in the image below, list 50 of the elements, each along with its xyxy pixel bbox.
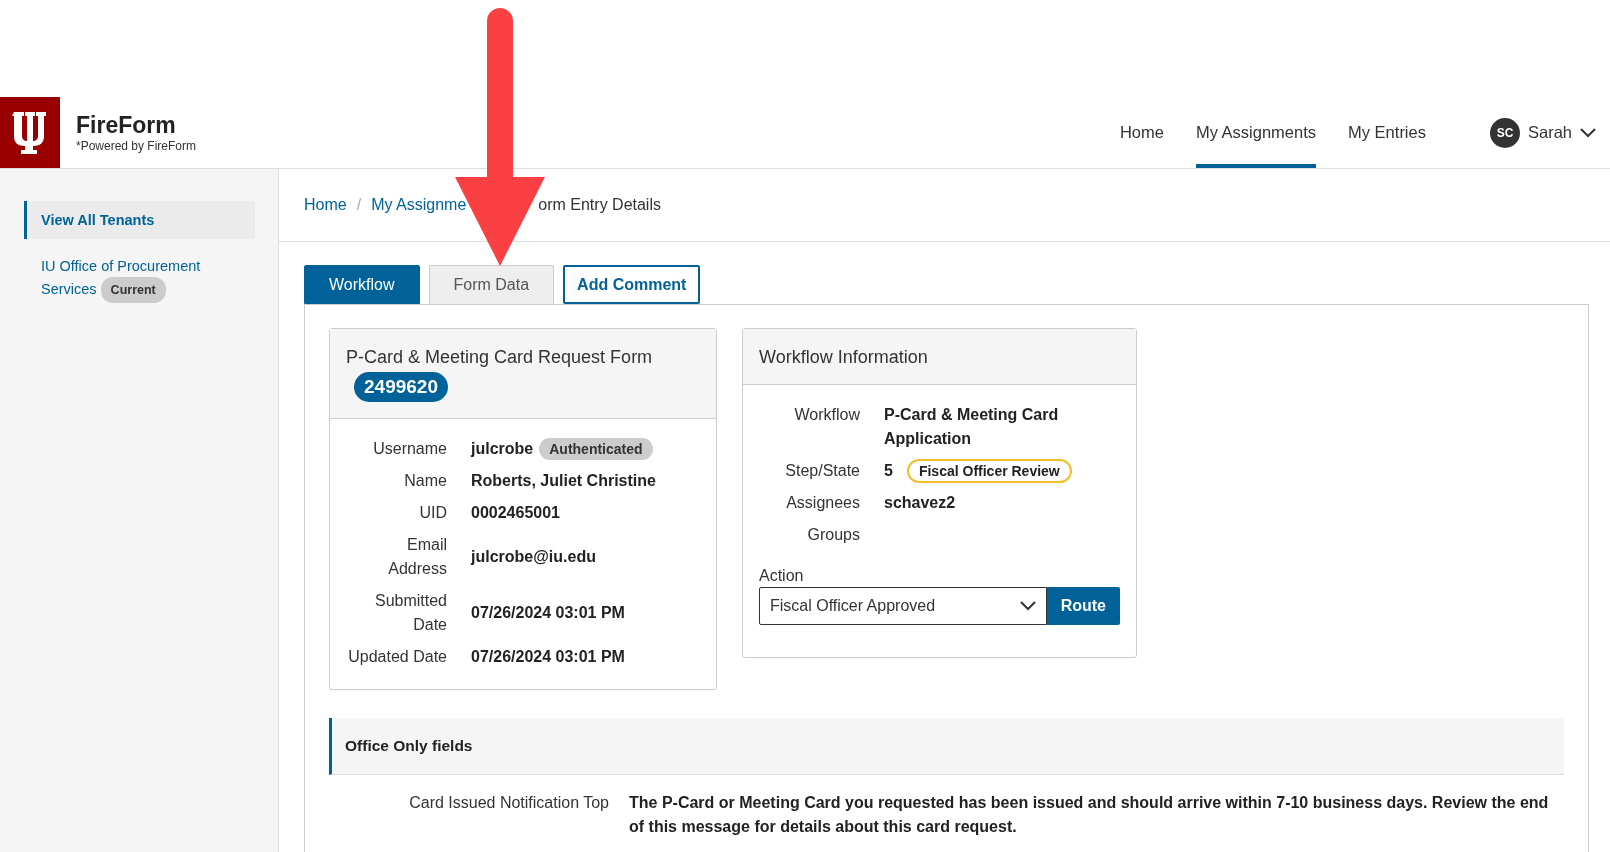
- field-label: Card Issued Notification Top: [408, 793, 609, 813]
- field-value: The P-Card or Meeting Card you requested has been issued and should arrive within 7-10 business days. Review the end of this message for details about this card request.: [629, 793, 1550, 837]
- app-name: FireForm: [76, 112, 177, 139]
- card-title: Workflow Information: [759, 347, 929, 368]
- field-value: 07/26/2024 03:01 PM: [471, 647, 625, 667]
- nav-link[interactable]: My Assignments: [1195, 97, 1317, 168]
- action-label: Action: [759, 567, 805, 585]
- field-label: Submitted Date: [373, 591, 447, 635]
- chevron-down-icon: [1019, 601, 1036, 611]
- field-value: julcrobe@iu.edu: [471, 547, 596, 567]
- entry-number: 2499620: [354, 372, 448, 402]
- current-badge: Current: [100, 277, 166, 303]
- breadcrumb-link[interactable]: Home: [304, 196, 347, 214]
- field-label: UID: [418, 503, 447, 523]
- field-label: Assignees: [785, 493, 860, 513]
- field-label: Name: [403, 471, 447, 491]
- chevron-down-icon[interactable]: [1580, 127, 1596, 138]
- card-title: P-Card & Meeting Card Request Form: [346, 347, 654, 368]
- status-badge: Authenticated: [539, 438, 653, 460]
- breadcrumb-separator: /: [356, 196, 362, 214]
- tab[interactable]: Form Data: [428, 265, 555, 304]
- state-badge: Fiscal Officer Review: [906, 459, 1072, 483]
- action-select[interactable]: Fiscal Officer Approved: [759, 587, 1047, 625]
- field-value: Roberts, Juliet Christine: [471, 471, 656, 491]
- field-label: Updated Date: [347, 647, 447, 667]
- sidebar-item[interactable]: View All Tenants: [24, 201, 255, 239]
- field-value: 07/26/2024 03:01 PM: [471, 603, 625, 623]
- field-label: Username: [372, 439, 447, 459]
- field-value: julcrobe: [471, 439, 534, 459]
- field-label: Email Address: [387, 535, 447, 579]
- trident-icon: [12, 109, 48, 156]
- sidebar-item[interactable]: IU Office of Procurement Services Current: [24, 247, 255, 311]
- tagline: *Powered by FireForm: [76, 139, 197, 153]
- user-name[interactable]: Sarah: [1527, 123, 1572, 142]
- breadcrumb-current: orm Entry Details: [538, 196, 661, 214]
- section-title: Office Only fields: [345, 737, 473, 754]
- field-value: 0002465001: [471, 503, 560, 523]
- tab[interactable]: Workflow: [304, 265, 420, 304]
- add-comment-button[interactable]: Add Comment: [563, 265, 701, 304]
- field-label: Groups: [806, 525, 860, 545]
- nav-link[interactable]: Home: [1119, 97, 1164, 168]
- field-label: Step/State: [784, 461, 860, 481]
- user-avatar[interactable]: SC: [1489, 117, 1520, 148]
- route-button[interactable]: Route: [1046, 587, 1120, 625]
- nav-link[interactable]: My Entries: [1348, 97, 1426, 168]
- field-value: P-Card & Meeting Card Application: [884, 405, 1060, 449]
- field-label: Workflow: [793, 405, 860, 425]
- field-value: 5: [884, 461, 893, 481]
- field-value: schavez2: [884, 493, 956, 513]
- breadcrumb-link[interactable]: My Assignme: [371, 196, 467, 214]
